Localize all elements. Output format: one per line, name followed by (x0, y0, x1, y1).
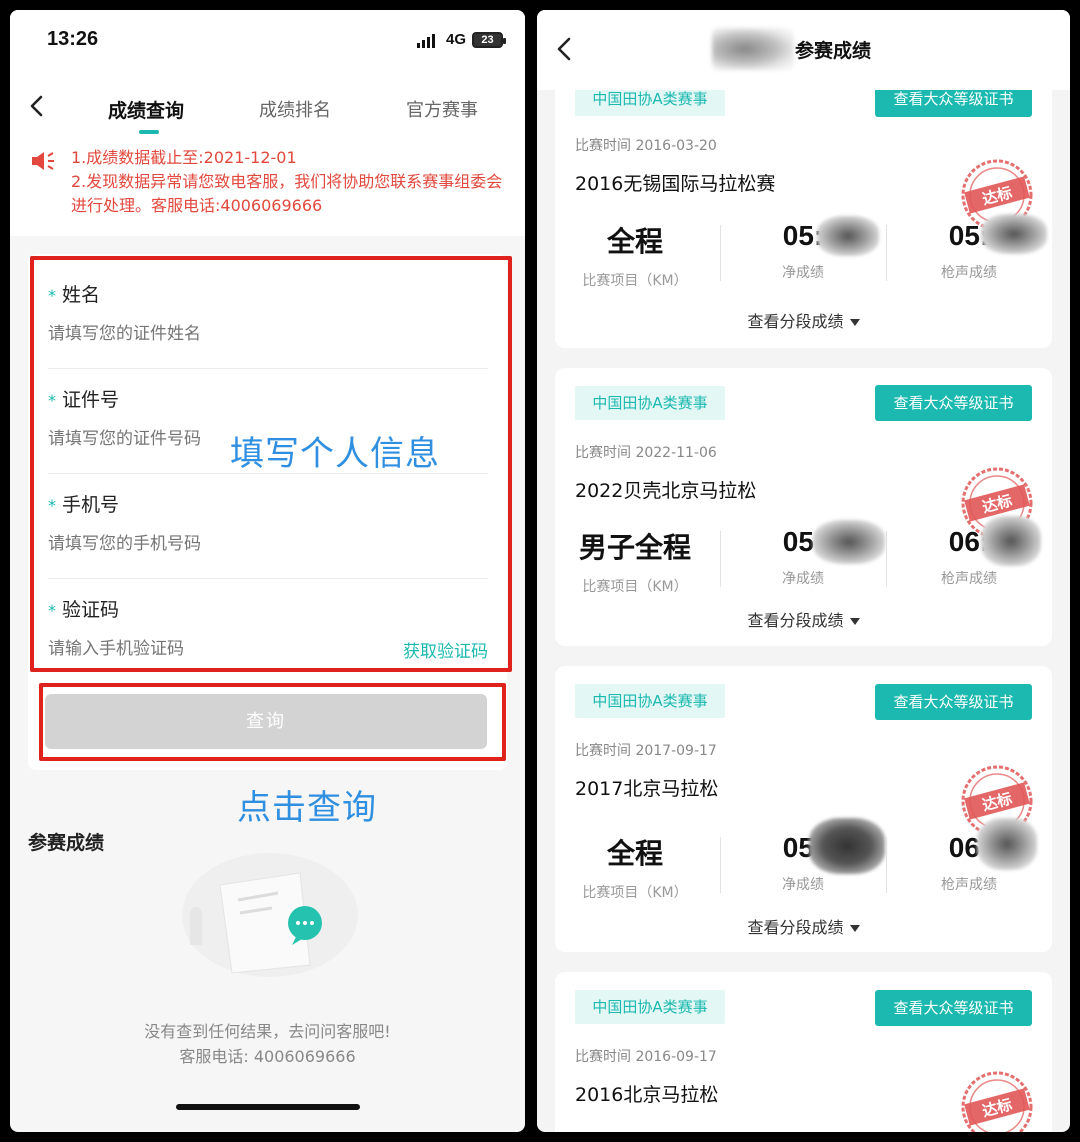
view-splits-link[interactable]: 查看分段成绩 (555, 308, 1052, 332)
results-screen: 中国田协A类赛事 查看大众等级证书 比赛时间 2016-03-20 2016无锡… (537, 10, 1070, 1132)
battery-icon: 23 (472, 32, 506, 48)
tab-score-query[interactable]: 成绩查询 (108, 96, 184, 123)
highlight-frame-button (39, 683, 506, 761)
event-value: 全程 (606, 225, 663, 258)
gun-time-label: 枪声成绩 (941, 877, 997, 893)
race-name: 2016无锡国际马拉松赛 (575, 173, 776, 195)
redaction-blur (808, 818, 885, 874)
gun-time-label: 枪声成绩 (941, 265, 997, 281)
customer-service-phone: 客服电话: 4006069666 (179, 1047, 356, 1066)
tab-official-events[interactable]: 官方赛事 (406, 96, 478, 122)
gun-time-value: 05: (949, 214, 1047, 254)
redaction-blur (816, 216, 879, 256)
signal-icon (417, 34, 435, 48)
back-arrow-icon[interactable] (28, 94, 48, 118)
gun-time-value: 06: (949, 516, 1041, 566)
divider (886, 531, 887, 587)
network-label: 4G (446, 31, 467, 48)
race-date: 比赛时间 2016-09-17 (575, 1049, 717, 1065)
race-date: 比赛时间 2017-09-17 (575, 743, 717, 759)
net-time-value: 05: (783, 216, 879, 256)
annotation-click-query: 点击查询 (237, 788, 377, 828)
notice-line-1: 1.成绩数据截止至:2021-12-01 (71, 148, 297, 167)
race-card: 中国田协A类赛事 查看大众等级证书 比赛时间 2017-09-17 2017北京… (555, 666, 1052, 952)
redaction-blur (976, 818, 1037, 870)
view-splits-link[interactable]: 查看分段成绩 (555, 914, 1052, 938)
dropdown-triangle-icon (849, 618, 860, 625)
empty-state-illustration (182, 853, 358, 977)
gun-time-stat: 05: 枪声成绩 (889, 214, 1049, 282)
status-time: 13:26 (47, 28, 99, 50)
event-stat: 全程 比赛项目（KM） (555, 832, 715, 902)
net-time-label: 净成绩 (782, 877, 824, 893)
race-name: 2016北京马拉松 (575, 1084, 719, 1106)
dropdown-triangle-icon (849, 319, 860, 326)
net-time-value: 05: (783, 818, 885, 874)
race-card: 中国田协A类赛事 查看大众等级证书 比赛时间 2022-11-06 2022贝壳… (555, 368, 1052, 646)
divider (720, 531, 721, 587)
divider (720, 225, 721, 281)
results-header: 参赛成绩 (537, 10, 1070, 90)
net-time-label: 净成绩 (782, 571, 824, 587)
redaction-blur (980, 516, 1041, 566)
view-certificate-button[interactable]: 查看大众等级证书 (875, 684, 1032, 720)
results-section-title: 参赛成绩 (28, 832, 105, 854)
gun-time-value: 06: (949, 818, 1037, 870)
back-arrow-icon[interactable] (555, 36, 575, 62)
query-screen: 13:26 4G 23 成绩查询 成绩排名 官方赛事 1.成绩数据截止至:202… (10, 10, 525, 1132)
event-value: 全程 (606, 837, 663, 870)
race-date: 比赛时间 2016-03-20 (575, 138, 717, 154)
gun-time-stat: 06: 枪声成绩 (889, 516, 1049, 588)
notice-line-2: 2.发现数据异常请您致电客服，我们将协助您联系赛事组委会进行处理。客服电话:40… (71, 172, 503, 215)
divider (720, 837, 721, 893)
tab-score-ranking[interactable]: 成绩排名 (259, 96, 331, 122)
tab-bar: 成绩查询 成绩排名 官方赛事 (10, 72, 525, 138)
race-card: 中国田协A类赛事 查看大众等级证书 比赛时间 2016-09-17 2016北京… (555, 972, 1052, 1132)
net-time-label: 净成绩 (782, 265, 824, 281)
race-card: 中国田协A类赛事 查看大众等级证书 比赛时间 2016-03-20 2016无锡… (555, 70, 1052, 348)
view-splits-link[interactable]: 查看分段成绩 (555, 607, 1052, 631)
empty-state-text: 没有查到任何结果，去问问客服吧! (144, 1022, 391, 1041)
notice-text: 1.成绩数据截止至:2021-12-01 2.发现数据异常请您致电客服，我们将协… (71, 146, 511, 218)
event-stat: 男子全程 比赛项目（KM） (555, 526, 715, 596)
view-certificate-button[interactable]: 查看大众等级证书 (875, 385, 1032, 421)
race-category-tag: 中国田协A类赛事 (575, 990, 725, 1024)
race-category-tag: 中国田协A类赛事 (575, 684, 725, 718)
speaker-icon (32, 152, 54, 170)
gun-time-stat: 06: 枪声成绩 (889, 818, 1049, 894)
event-label: 比赛项目（KM） (582, 885, 688, 901)
race-name: 2017北京马拉松 (575, 778, 719, 800)
page-title: 参赛成绩 (795, 40, 872, 62)
net-time-value: 05: (783, 520, 885, 564)
net-time-stat: 05: 净成绩 (723, 216, 883, 282)
net-time-stat: 05: 净成绩 (723, 818, 885, 894)
dropdown-triangle-icon (849, 925, 860, 932)
race-date: 比赛时间 2022-11-06 (575, 445, 717, 461)
redaction-blur (812, 520, 885, 564)
redacted-name (712, 28, 794, 70)
annotation-fill-info: 填写个人信息 (230, 434, 440, 474)
home-indicator (176, 1104, 360, 1110)
race-category-tag: 中国田协A类赛事 (575, 386, 725, 420)
net-time-stat: 05: 净成绩 (723, 520, 885, 588)
event-label: 比赛项目（KM） (582, 579, 688, 595)
notice-banner: 1.成绩数据截止至:2021-12-01 2.发现数据异常请您致电客服，我们将协… (10, 138, 525, 236)
race-name: 2022贝壳北京马拉松 (575, 480, 757, 502)
event-value: 男子全程 (578, 531, 691, 564)
status-bar: 13:26 4G 23 (10, 10, 525, 72)
event-label: 比赛项目（KM） (582, 273, 688, 289)
redaction-blur (980, 214, 1047, 254)
active-tab-indicator (139, 130, 159, 134)
divider (886, 225, 887, 281)
event-stat: 全程 比赛项目（KM） (555, 220, 715, 290)
qualified-stamp: 达标 (961, 1071, 1033, 1132)
gun-time-label: 枪声成绩 (941, 571, 997, 587)
view-certificate-button[interactable]: 查看大众等级证书 (875, 990, 1032, 1026)
divider (886, 837, 887, 893)
